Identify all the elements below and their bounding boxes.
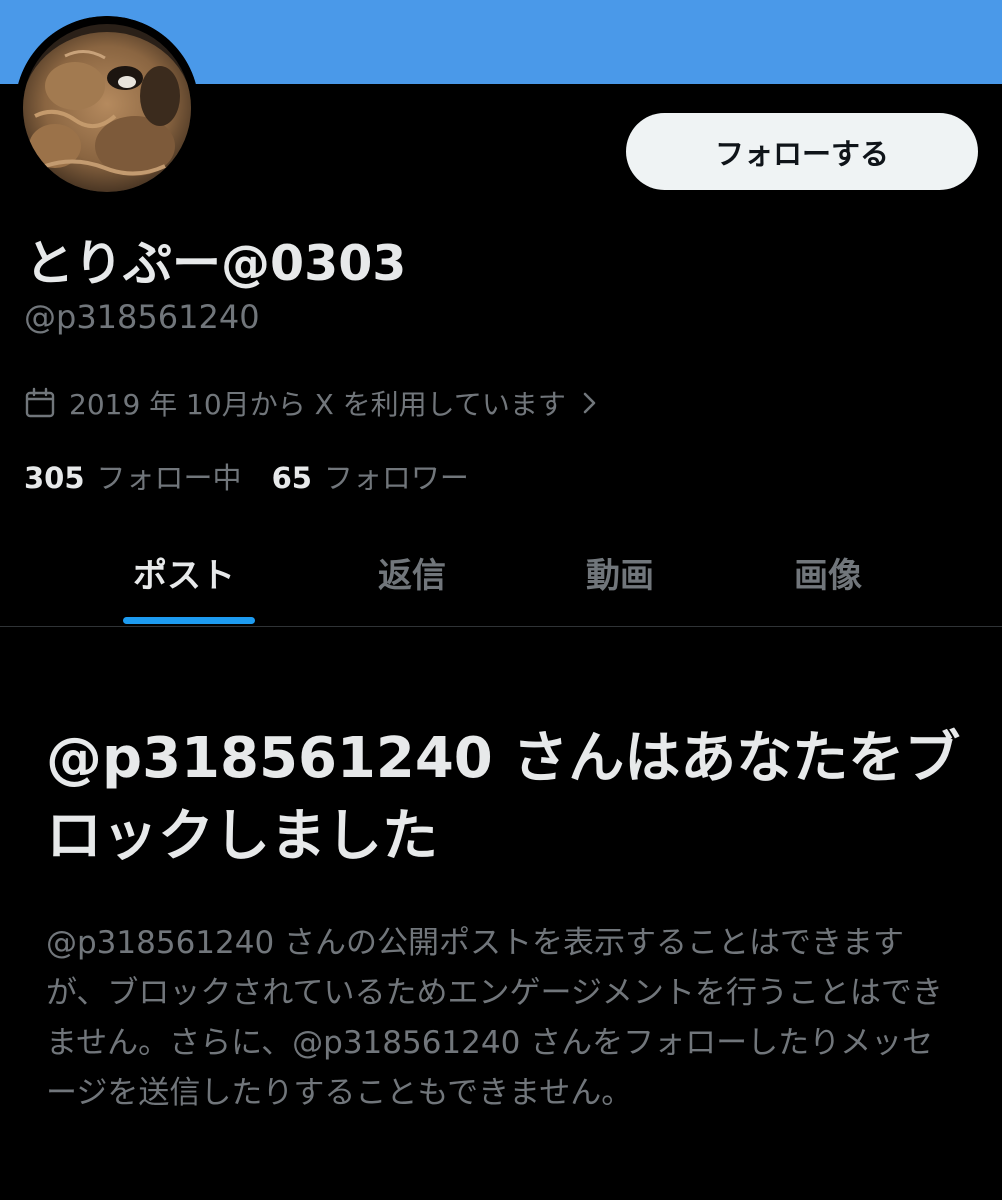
followers-label: フォロワー (323, 461, 469, 495)
blocked-title: @p318561240 さんはあなたをブロックしました (46, 726, 961, 869)
avatar[interactable] (15, 16, 199, 200)
tab-replies[interactable]: 返信 (378, 548, 446, 597)
following-label: フォロー中 (96, 461, 242, 495)
chevron-right-icon (583, 392, 596, 414)
avatar-image (15, 16, 199, 200)
active-tab-indicator (123, 617, 255, 624)
join-date-text: 2019 年 10月から X を利用しています (69, 388, 566, 421)
calendar-icon (25, 387, 55, 418)
followers-link[interactable]: 65 フォロワー (272, 455, 469, 497)
profile-tabs: ポスト 返信 動画 画像 (0, 520, 1002, 627)
followers-count: 65 (271, 461, 312, 495)
tab-images[interactable]: 画像 (794, 548, 862, 597)
display-name: とりぷー@0303 (25, 235, 407, 292)
tab-posts[interactable]: ポスト (133, 548, 235, 597)
following-count: 305 (24, 461, 85, 495)
following-link[interactable]: 305 フォロー中 (24, 455, 242, 497)
blocked-description: @p318561240 さんの公開ポストを表示することはできますが、ブロックされ… (46, 925, 943, 1111)
user-handle: @p318561240 (24, 298, 260, 336)
join-date-row[interactable]: 2019 年 10月から X を利用しています (25, 383, 600, 423)
tab-videos[interactable]: 動画 (586, 548, 654, 597)
follow-stats: 305 フォロー中 65 フォロワー (24, 455, 469, 497)
follow-button[interactable]: フォローする (626, 113, 978, 190)
